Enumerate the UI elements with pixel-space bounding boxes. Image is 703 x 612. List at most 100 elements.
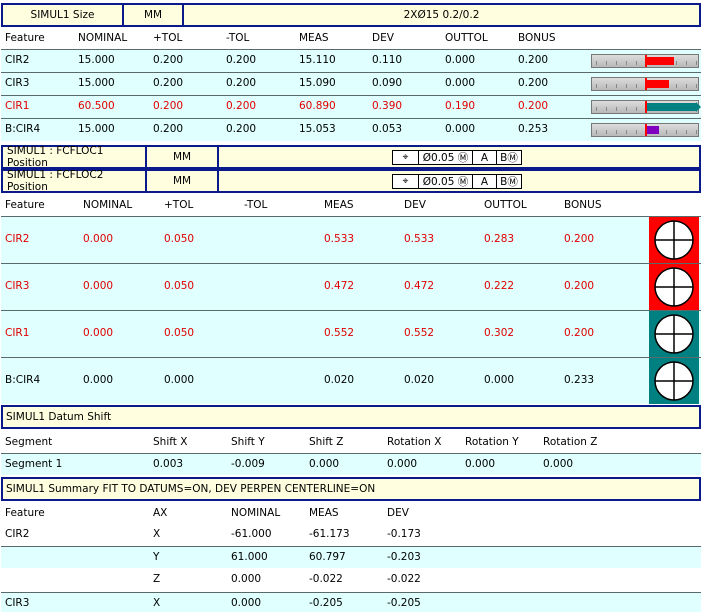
size-dev-cell: 0.390 <box>372 100 403 112</box>
bar-tick <box>696 84 697 88</box>
pos-col-minus-tol: -TOL <box>244 199 268 211</box>
size-dev-cell: 0.053 <box>372 123 403 135</box>
summary-title: SIMUL1 Summary FIT TO DATUMS=ON, DEV PER… <box>6 483 376 495</box>
bar-tick <box>676 130 677 134</box>
bar-tick <box>686 130 687 134</box>
size-ptol-cell: 0.200 <box>153 54 184 66</box>
col-meas: MEAS <box>299 32 329 44</box>
bar-tick <box>626 107 627 111</box>
summary-table-row: Y 61.000 60.797 -0.203 <box>1 546 701 568</box>
bar-nominal-mark <box>645 55 647 67</box>
feature-control-frame: ⌖ Ø0.05 Ⓜ A BⓂ <box>392 150 522 165</box>
bar-tick <box>636 61 637 65</box>
position-outtol-cell: 0.222 <box>484 280 515 292</box>
size-tolerance-callout: 2XØ15 0.2/0.2 <box>403 9 480 21</box>
position-ptol-cell: 0.050 <box>164 327 195 339</box>
col-plus-tol: +TOL <box>153 32 183 44</box>
size-table-row: CIR2 15.000 0.200 0.200 15.110 0.110 0.000 0.20… <box>1 49 701 72</box>
bar-fill <box>646 103 696 111</box>
pos-col-bonus: BONUS <box>564 199 602 211</box>
summary-col-meas: MEAS <box>309 507 339 519</box>
size-outtol-cell: 0.000 <box>445 77 476 89</box>
datum-rot-y: 0.000 <box>465 458 496 470</box>
size-mtol-cell: 0.200 <box>226 123 257 135</box>
datum-col-shift-z: Shift Z <box>309 436 344 448</box>
summary-meas-cell: -0.022 <box>309 573 343 585</box>
bar-tick <box>686 84 687 88</box>
size-column-headers: Feature NOMINAL +TOL -TOL MEAS DEV OUTTO… <box>1 27 701 49</box>
position-outtol-cell: 0.000 <box>484 374 515 386</box>
size-nominal-cell: 15.000 <box>78 77 115 89</box>
bar-tick <box>596 61 597 65</box>
col-minus-tol: -TOL <box>226 32 250 44</box>
size-outtol-cell: 0.000 <box>445 123 476 135</box>
position-nominal-cell: 0.000 <box>83 327 114 339</box>
size-dev-cell: 0.090 <box>372 77 403 89</box>
col-outtol: OUTTOL <box>445 32 488 44</box>
summary-nominal-cell: -61.000 <box>231 528 272 540</box>
bar-nominal-mark <box>645 124 647 136</box>
summary-table-row: Z 0.000 -0.022 -0.022 <box>1 569 701 591</box>
col-feature: Feature <box>5 32 45 44</box>
summary-col-feature: Feature <box>5 507 45 519</box>
position-header-units: MM <box>172 151 192 163</box>
size-feature-cell: CIR3 <box>5 77 30 89</box>
bar-tick <box>616 84 617 88</box>
size-meas-cell: 15.053 <box>299 123 336 135</box>
bar-tick <box>616 61 617 65</box>
size-bonus-cell: 0.200 <box>518 100 549 112</box>
datum-col-rot-z: Rotation Z <box>543 436 598 448</box>
pos-col-meas: MEAS <box>324 199 354 211</box>
size-ptol-cell: 0.200 <box>153 123 184 135</box>
position-table-row: CIR2 0.000 0.050 0.533 0.533 0.283 0.200 <box>1 216 701 263</box>
bar-tick <box>616 107 617 111</box>
position-nominal-cell: 0.000 <box>83 233 114 245</box>
bar-tick <box>626 61 627 65</box>
datum-column-headers: Segment Shift X Shift Y Shift Z Rotation… <box>1 431 701 453</box>
size-header-bar: SIMUL1 Size MM 2XØ15 0.2/0.2 <box>1 3 701 27</box>
bar-tick <box>596 107 597 111</box>
size-header-units-cell: MM <box>124 5 184 25</box>
datum-col-shift-x: Shift X <box>153 436 188 448</box>
summary-feature-cell: CIR3 <box>5 597 30 609</box>
position-ptol-cell: 0.000 <box>164 374 195 386</box>
position-nominal-cell: 0.000 <box>83 280 114 292</box>
summary-column-headers: Feature AX NOMINAL MEAS DEV <box>1 502 701 524</box>
summary-dev-cell: -0.205 <box>387 597 421 609</box>
crosshair-target-icon <box>654 361 694 401</box>
summary-meas-cell: 60.797 <box>309 551 346 563</box>
pos-col-feature: Feature <box>5 199 45 211</box>
position-header-units: MM <box>172 175 192 187</box>
pos-col-plus-tol: +TOL <box>164 199 194 211</box>
bar-tick <box>606 107 607 111</box>
position-outtol-cell: 0.283 <box>484 233 515 245</box>
position-column-headers: Feature NOMINAL +TOL -TOL MEAS DEV OUTTO… <box>1 194 701 216</box>
col-nominal: NOMINAL <box>78 32 128 44</box>
datum-col-shift-y: Shift Y <box>231 436 265 448</box>
datum-shift-title: SIMUL1 Datum Shift <box>6 411 112 423</box>
size-outtol-cell: 0.190 <box>445 100 476 112</box>
position-table-row: CIR3 0.000 0.050 0.472 0.472 0.222 0.200 <box>1 263 701 310</box>
size-mtol-cell: 0.200 <box>226 100 257 112</box>
position-header-name-cell: SIMUL1 : FCFLOC2 Position <box>3 169 147 193</box>
datum-rot-x: 0.000 <box>387 458 418 470</box>
summary-col-dev: DEV <box>387 507 409 519</box>
position-meas-cell: 0.020 <box>324 374 355 386</box>
summary-meas-cell: -0.205 <box>309 597 343 609</box>
position-header-name-cell: SIMUL1 : FCFLOC1 Position <box>3 145 147 169</box>
summary-nominal-cell: 0.000 <box>231 573 262 585</box>
size-table-row: CIR1 60.500 0.200 0.200 60.890 0.390 0.190 0.20… <box>1 95 701 118</box>
bar-tick <box>676 61 677 65</box>
deviation-bar <box>591 123 699 137</box>
position-header-name: SIMUL1 : FCFLOC1 Position <box>7 145 104 169</box>
col-dev: DEV <box>372 32 394 44</box>
pos-col-nominal: NOMINAL <box>83 199 133 211</box>
fcf-cell: BⓂ <box>500 176 518 188</box>
size-feature-cell: CIR2 <box>5 54 30 66</box>
position-bonus-cell: 0.200 <box>564 327 595 339</box>
crosshair-target-icon <box>654 314 694 354</box>
bar-overflow-arrow <box>696 102 701 112</box>
size-header-units: MM <box>143 9 163 21</box>
size-outtol-cell: 0.000 <box>445 54 476 66</box>
datum-row: Segment 1 0.003 -0.009 0.000 0.000 0.000… <box>1 453 701 475</box>
